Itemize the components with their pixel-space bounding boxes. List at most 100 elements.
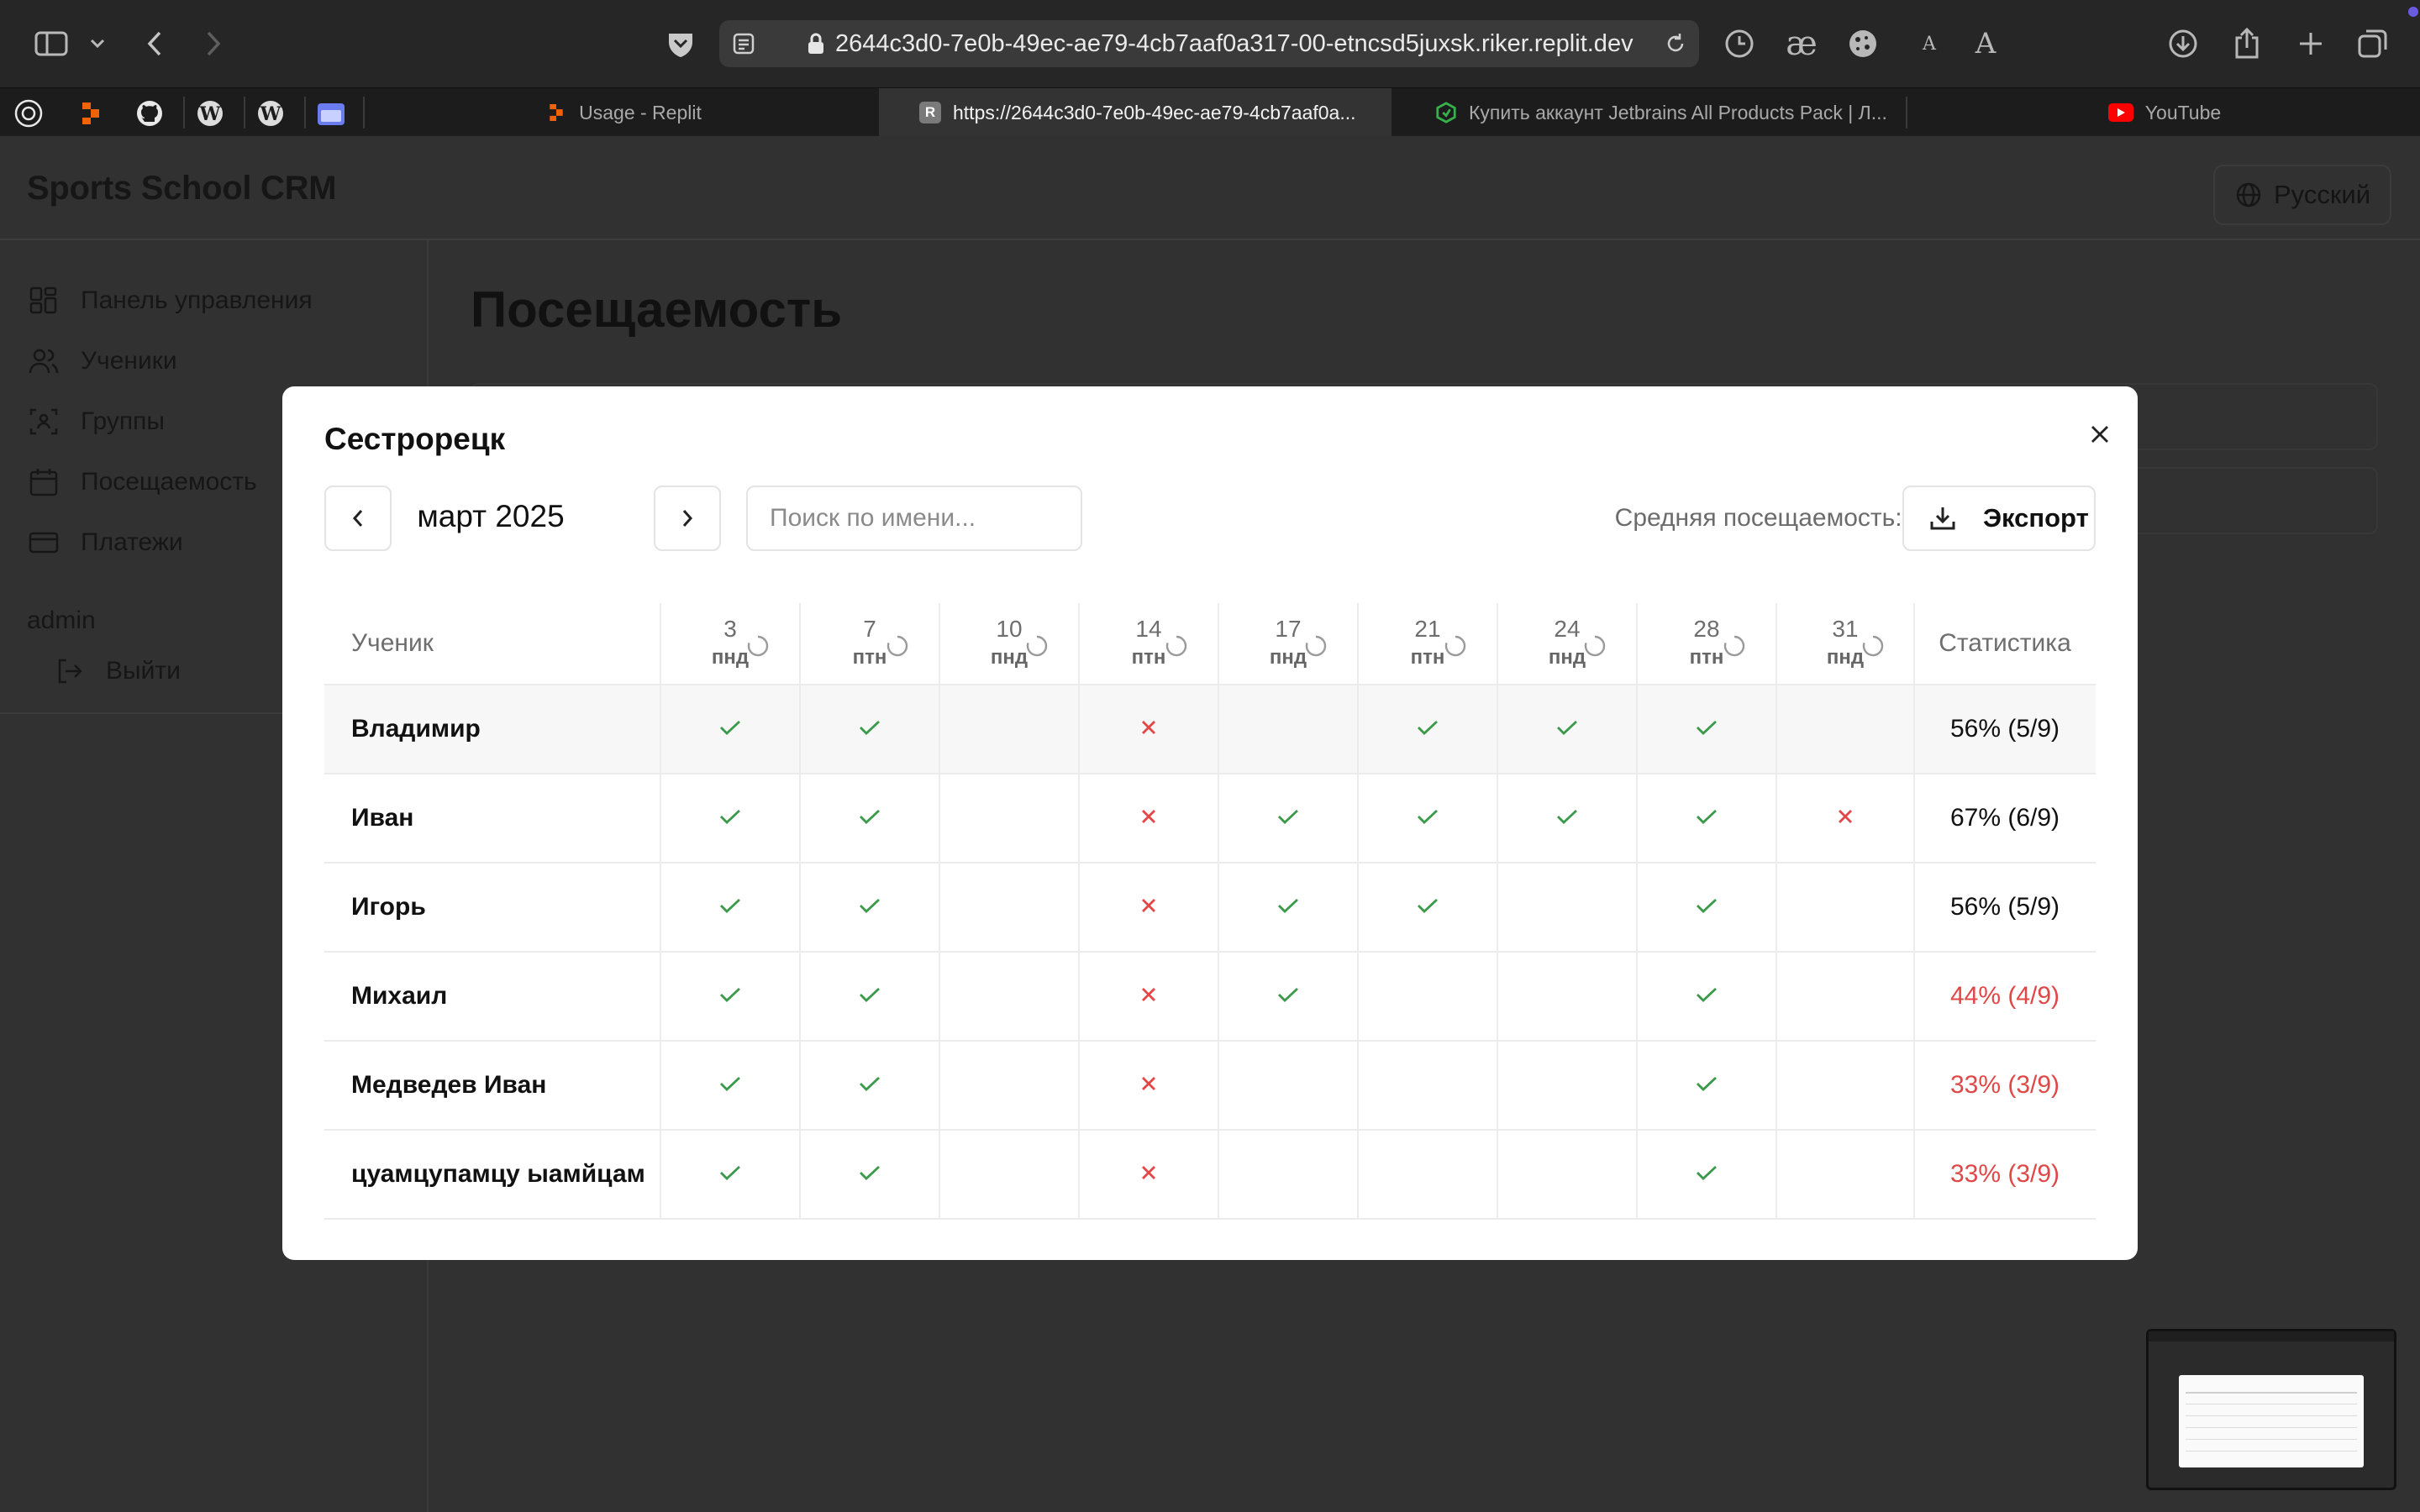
attendance-cell[interactable] (1497, 1042, 1637, 1129)
attendance-cell[interactable] (1079, 953, 1218, 1040)
attendance-cell[interactable] (1218, 1131, 1358, 1218)
attendance-cell[interactable] (1079, 1131, 1218, 1218)
attendance-cell[interactable] (1637, 685, 1776, 773)
attendance-cell[interactable] (1218, 864, 1358, 951)
attendance-cell[interactable] (1218, 774, 1358, 862)
attendance-cell[interactable] (939, 864, 1079, 951)
attendance-cell[interactable] (1776, 774, 1914, 862)
tab-jetbrains-shop[interactable]: Купить аккаунт Jetbrains All Products Pa… (1393, 88, 1906, 137)
sidebar-item-payments[interactable]: Платежи (29, 521, 183, 564)
back-icon[interactable] (141, 20, 168, 67)
attendance-cell[interactable] (939, 953, 1079, 1040)
attendance-cell[interactable] (1776, 864, 1914, 951)
attendance-cell[interactable] (1218, 953, 1358, 1040)
reload-icon[interactable] (1664, 32, 1687, 62)
next-month-button[interactable] (654, 486, 721, 551)
search-input[interactable] (746, 486, 1082, 551)
attendance-cell[interactable] (1497, 953, 1637, 1040)
attendance-cell[interactable] (939, 774, 1079, 862)
attendance-cell[interactable] (1637, 774, 1776, 862)
day-column-header[interactable]: 17 пнд (1218, 603, 1358, 684)
export-button[interactable]: Экспорт (1902, 486, 2096, 551)
attendance-cell[interactable] (1776, 1131, 1914, 1218)
forward-icon[interactable] (200, 20, 227, 67)
attendance-cell[interactable] (800, 1042, 939, 1129)
attendance-cell[interactable] (660, 685, 800, 773)
attendance-cell[interactable] (1497, 864, 1637, 951)
attendance-cell[interactable] (800, 864, 939, 951)
chevron-down-icon[interactable] (87, 20, 108, 67)
attendance-cell[interactable] (1637, 1042, 1776, 1129)
tab-youtube[interactable]: YouTube (1909, 88, 2420, 137)
logout-button[interactable]: Выйти (55, 657, 181, 685)
window-preview-thumbnail[interactable] (2146, 1329, 2396, 1490)
github-icon[interactable] (133, 97, 166, 130)
attendance-cell[interactable] (1358, 864, 1497, 951)
day-column-header[interactable]: 31 пнд (1776, 603, 1914, 684)
downloads-icon[interactable] (2166, 20, 2200, 67)
attendance-cell[interactable] (1358, 774, 1497, 862)
attendance-cell[interactable] (660, 774, 800, 862)
sidebar-item-attendance[interactable]: Посещаемость (29, 460, 257, 504)
prev-month-button[interactable] (324, 486, 392, 551)
tab-usage-replit[interactable]: Usage - Replit (370, 88, 877, 137)
attendance-cell[interactable] (1776, 685, 1914, 773)
attendance-cell[interactable] (1637, 864, 1776, 951)
day-column-header[interactable]: 14 птн (1079, 603, 1218, 684)
tab-active-app[interactable]: R https://2644c3d0-7e0b-49ec-ae79-4cb7aa… (879, 88, 1392, 137)
sidebar-item-students[interactable]: Ученики (29, 339, 177, 383)
text-smaller-button[interactable]: A (1919, 20, 1939, 67)
attendance-cell[interactable] (660, 864, 800, 951)
text-larger-button[interactable]: A (1973, 20, 1998, 67)
day-column-header[interactable]: 10 пнд (939, 603, 1079, 684)
attendance-cell[interactable] (800, 774, 939, 862)
attendance-cell[interactable] (800, 1131, 939, 1218)
language-button[interactable]: Русский (2213, 165, 2391, 225)
cookie-icon[interactable] (1845, 20, 1881, 67)
attendance-cell[interactable] (800, 953, 939, 1040)
share-icon[interactable] (2230, 20, 2264, 67)
attendance-cell[interactable] (1497, 685, 1637, 773)
attendance-cell[interactable] (939, 1131, 1079, 1218)
close-button[interactable] (2081, 415, 2119, 454)
attendance-cell[interactable] (1358, 953, 1497, 1040)
folder-icon[interactable] (314, 97, 348, 130)
wordpress-icon[interactable]: W (193, 97, 227, 130)
attendance-cell[interactable] (1079, 685, 1218, 773)
attendance-cell[interactable] (660, 1042, 800, 1129)
attendance-cell[interactable] (1218, 685, 1358, 773)
attendance-cell[interactable] (1079, 864, 1218, 951)
shield-extension-icon[interactable] (664, 20, 697, 67)
attendance-cell[interactable] (1497, 1131, 1637, 1218)
attendance-cell[interactable] (1218, 1042, 1358, 1129)
openai-icon[interactable] (12, 97, 45, 130)
attendance-cell[interactable] (660, 1131, 800, 1218)
attendance-cell[interactable] (1358, 1131, 1497, 1218)
day-column-header[interactable]: 24 пнд (1497, 603, 1637, 684)
attendance-cell[interactable] (1497, 774, 1637, 862)
address-bar[interactable]: 2644c3d0-7e0b-49ec-ae79-4cb7aaf0a317-00-… (719, 20, 1699, 67)
attendance-cell[interactable] (1358, 685, 1497, 773)
attendance-cell[interactable] (1776, 953, 1914, 1040)
attendance-cell[interactable] (939, 685, 1079, 773)
attendance-cell[interactable] (1637, 953, 1776, 1040)
day-column-header[interactable]: 21 птн (1358, 603, 1497, 684)
history-icon[interactable] (1723, 20, 1756, 67)
attendance-cell[interactable] (1637, 1131, 1776, 1218)
sidebar-item-dashboard[interactable]: Панель управления (29, 279, 313, 323)
tab-overview-icon[interactable] (2354, 20, 2391, 67)
attendance-cell[interactable] (1358, 1042, 1497, 1129)
ae-extension-icon[interactable]: æ (1783, 20, 1820, 67)
page-menu-icon[interactable] (731, 30, 758, 64)
attendance-cell[interactable] (1776, 1042, 1914, 1129)
attendance-cell[interactable] (660, 953, 800, 1040)
replit-icon[interactable] (74, 97, 108, 130)
wordpress-icon[interactable]: W (254, 97, 287, 130)
attendance-cell[interactable] (939, 1042, 1079, 1129)
day-column-header[interactable]: 3 пнд (660, 603, 800, 684)
attendance-cell[interactable] (800, 685, 939, 773)
day-column-header[interactable]: 7 птн (800, 603, 939, 684)
new-tab-icon[interactable] (2294, 20, 2328, 67)
day-column-header[interactable]: 28 птн (1637, 603, 1776, 684)
sidebar-toggle-icon[interactable] (30, 20, 72, 67)
